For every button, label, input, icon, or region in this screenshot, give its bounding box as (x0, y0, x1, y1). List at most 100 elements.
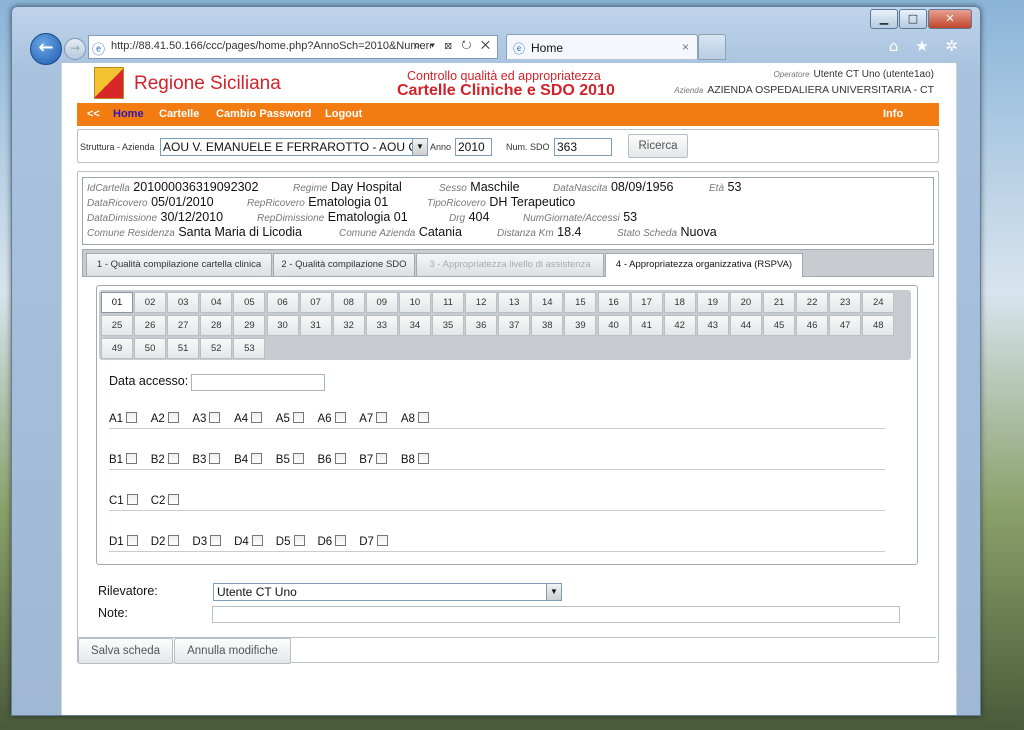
checkbox-box[interactable] (168, 494, 180, 505)
checkbox-box[interactable] (334, 453, 346, 464)
checkbox-box[interactable] (376, 535, 388, 546)
criterion-checkbox[interactable]: B2 (151, 453, 179, 466)
checkbox-box[interactable] (376, 453, 388, 464)
checkbox-box[interactable] (210, 535, 222, 546)
accesso-number-button[interactable]: 37 (498, 315, 531, 336)
accesso-number-button[interactable]: 06 (266, 292, 299, 313)
accesso-number-button[interactable]: 16 (597, 292, 630, 313)
accesso-number-button[interactable]: 33 (365, 315, 398, 336)
criterion-checkbox[interactable]: D7 (359, 535, 388, 548)
checkbox-box[interactable] (251, 412, 263, 423)
tab-qualita-sdo[interactable]: 2 - Qualità compilazione SDO (273, 253, 415, 276)
criterion-checkbox[interactable]: D6 (318, 535, 347, 548)
accesso-number-button[interactable]: 15 (564, 292, 597, 313)
criterion-checkbox[interactable]: A6 (318, 412, 346, 425)
home-favorites-tools-icons[interactable]: ⌂ ★ ✲ (889, 37, 964, 55)
accesso-number-button[interactable]: 28 (200, 315, 233, 336)
accesso-number-button[interactable]: 45 (763, 315, 795, 336)
back-arrow-icon[interactable]: ← (30, 33, 62, 65)
accesso-number-button[interactable]: 30 (266, 315, 299, 336)
accesso-number-button[interactable]: 12 (465, 292, 498, 313)
data-accesso-input[interactable] (191, 374, 325, 391)
criterion-checkbox[interactable]: D4 (234, 535, 263, 548)
accesso-number-button[interactable]: 36 (465, 315, 498, 336)
accesso-number-button[interactable]: 32 (332, 315, 365, 336)
criterion-checkbox[interactable]: D3 (192, 535, 222, 548)
checkbox-box[interactable] (292, 453, 304, 464)
accesso-number-button[interactable]: 53 (233, 338, 266, 359)
criterion-checkbox[interactable]: A7 (359, 412, 388, 425)
menu-back-link[interactable]: << (87, 108, 100, 120)
struttura-select[interactable]: AOU V. EMANUELE E FERRAROTTO - AOU CT ▼ (160, 138, 428, 156)
note-input[interactable] (212, 606, 900, 623)
accesso-number-button[interactable]: 39 (564, 315, 597, 336)
criterion-checkbox[interactable]: B3 (192, 453, 221, 466)
num-sdo-input[interactable]: 363 (554, 138, 612, 156)
accesso-number-button[interactable]: 44 (729, 315, 762, 336)
accesso-number-button[interactable]: 08 (332, 292, 365, 313)
salva-scheda-button[interactable]: Salva scheda (78, 638, 173, 664)
checkbox-box[interactable] (209, 453, 221, 464)
checkbox-box[interactable] (417, 412, 429, 423)
annulla-modifiche-button[interactable]: Annulla modifiche (174, 638, 291, 664)
checkbox-box[interactable] (293, 535, 305, 546)
url-text[interactable]: http://88.41.50.166/ccc/pages/home.php?A… (111, 40, 431, 52)
forward-arrow-icon[interactable]: → (64, 38, 86, 60)
checkbox-box[interactable] (126, 494, 138, 505)
accesso-number-button[interactable]: 25 (101, 315, 133, 336)
criterion-checkbox[interactable]: B7 (359, 453, 388, 466)
accesso-number-button[interactable]: 01 (101, 292, 133, 313)
menu-home-link[interactable]: Home (113, 108, 144, 120)
criterion-checkbox[interactable]: B6 (318, 453, 346, 466)
checkbox-box[interactable] (251, 535, 263, 546)
accesso-number-button[interactable]: 04 (200, 292, 233, 313)
criterion-checkbox[interactable]: B4 (234, 453, 263, 466)
accesso-number-button[interactable]: 20 (729, 292, 762, 313)
tab-qualita-cartella[interactable]: 1 - Qualità compilazione cartella clinic… (86, 253, 272, 276)
accesso-number-button[interactable]: 24 (862, 292, 895, 313)
criterion-checkbox[interactable]: B5 (276, 453, 304, 466)
accesso-number-button[interactable]: 18 (663, 292, 696, 313)
accesso-number-button[interactable]: 31 (299, 315, 332, 336)
accesso-number-button[interactable]: 07 (299, 292, 332, 313)
accesso-number-button[interactable]: 40 (597, 315, 630, 336)
checkbox-box[interactable] (167, 453, 179, 464)
criterion-checkbox[interactable]: A8 (401, 412, 429, 425)
chevron-down-icon[interactable]: ▼ (546, 584, 561, 600)
accesso-number-button[interactable]: 47 (829, 315, 862, 336)
checkbox-box[interactable] (126, 412, 138, 423)
accesso-number-button[interactable]: 03 (167, 292, 200, 313)
menu-cartelle-link[interactable]: Cartelle (159, 108, 199, 120)
ricerca-button[interactable]: Ricerca (628, 134, 688, 158)
accesso-number-button[interactable]: 22 (796, 292, 829, 313)
accesso-number-button[interactable]: 21 (763, 292, 795, 313)
criterion-checkbox[interactable]: A4 (234, 412, 263, 425)
criterion-checkbox[interactable]: A2 (151, 412, 179, 425)
checkbox-box[interactable] (126, 535, 138, 546)
accesso-number-button[interactable]: 17 (630, 292, 663, 313)
address-controls[interactable]: ⌕ ▾ ⊠ ↻ ✕ (414, 38, 493, 53)
accesso-number-button[interactable]: 35 (432, 315, 464, 336)
accesso-number-button[interactable]: 52 (200, 338, 233, 359)
checkbox-box[interactable] (209, 412, 221, 423)
criterion-checkbox[interactable]: A3 (192, 412, 221, 425)
accesso-number-button[interactable]: 19 (696, 292, 729, 313)
checkbox-box[interactable] (126, 453, 138, 464)
new-tab-button[interactable] (698, 34, 726, 60)
close-tab-icon[interactable]: × (682, 40, 689, 54)
tab-appropriatezza-organizzativa[interactable]: 4 - Appropriatezza organizzativa (RSPVA) (605, 253, 803, 277)
criterion-checkbox[interactable]: C1 (109, 494, 138, 507)
criterion-checkbox[interactable]: B1 (109, 453, 138, 466)
accesso-number-button[interactable]: 50 (134, 338, 167, 359)
accesso-number-button[interactable]: 46 (796, 315, 829, 336)
accesso-number-button[interactable]: 23 (829, 292, 862, 313)
chevron-down-icon[interactable]: ▼ (412, 139, 427, 155)
checkbox-box[interactable] (251, 453, 263, 464)
accesso-number-button[interactable]: 41 (630, 315, 663, 336)
menu-cambio-password-link[interactable]: Cambio Password (216, 108, 311, 120)
criterion-checkbox[interactable]: C2 (151, 494, 180, 507)
accesso-number-button[interactable]: 34 (398, 315, 431, 336)
accesso-number-button[interactable]: 02 (134, 292, 167, 313)
checkbox-box[interactable] (376, 412, 388, 423)
browser-tab-home[interactable]: ⓔ Home × (506, 34, 698, 59)
